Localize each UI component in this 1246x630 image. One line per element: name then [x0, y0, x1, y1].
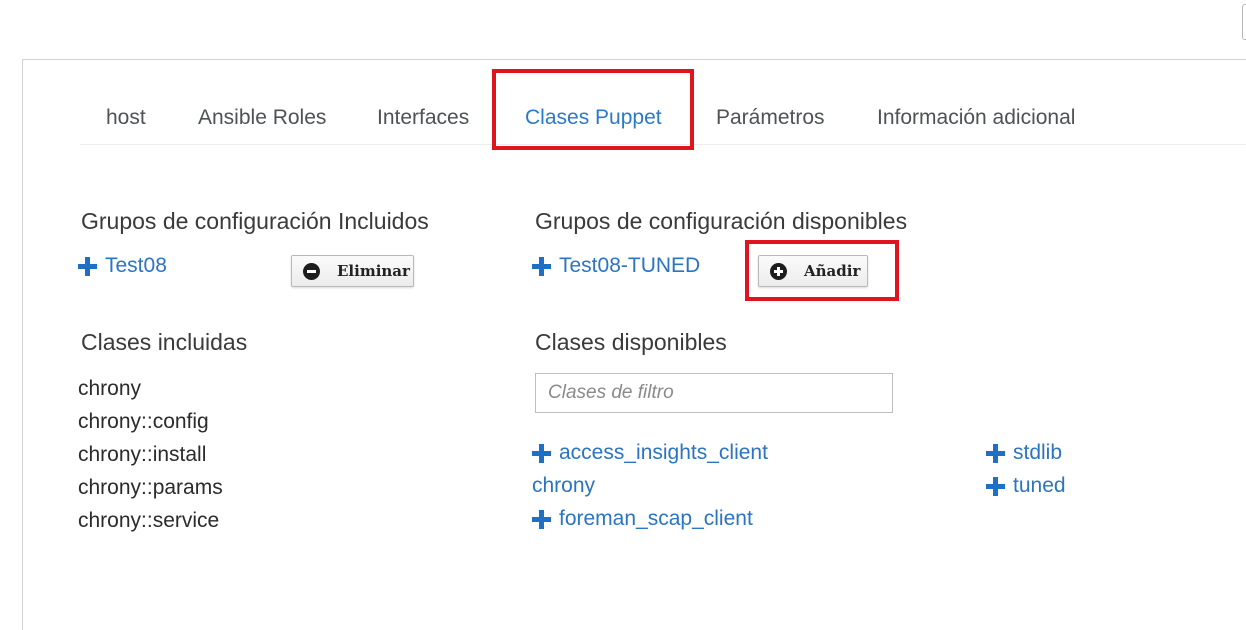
included-class-item[interactable]: chrony: [78, 377, 141, 401]
plus-icon: [986, 443, 1005, 463]
included-config-groups-heading: Grupos de configuración Incluidos: [81, 208, 429, 234]
config-group-label: Test08: [105, 254, 167, 277]
available-config-group-test08-tuned[interactable]: Test08-TUNED: [532, 254, 700, 278]
available-classes-heading: Clases disponibles: [535, 329, 727, 355]
tab-interfaces[interactable]: Interfaces: [377, 96, 469, 140]
tab-additional-info[interactable]: Información adicional: [877, 96, 1075, 140]
available-class-chrony[interactable]: chrony: [532, 474, 595, 498]
class-label: chrony: [532, 474, 596, 497]
available-class-tuned[interactable]: tuned: [986, 474, 1066, 498]
remove-button-label: Eliminar: [337, 262, 410, 280]
plus-icon: [532, 509, 551, 529]
class-label: access_insights_client: [559, 441, 768, 464]
included-class-item[interactable]: chrony::service: [78, 509, 219, 533]
class-filter-input[interactable]: [535, 373, 893, 413]
available-class-foreman-scap-client[interactable]: foreman_scap_client: [532, 507, 753, 531]
class-label: foreman_scap_client: [559, 507, 753, 530]
plus-icon: [986, 476, 1005, 496]
tab-host[interactable]: host: [106, 96, 146, 140]
available-class-access-insights-client[interactable]: access_insights_client: [532, 441, 768, 465]
class-label: stdlib: [1013, 441, 1063, 464]
remove-button[interactable]: Eliminar: [291, 255, 414, 287]
class-label: tuned: [1013, 474, 1066, 497]
included-class-item[interactable]: chrony::install: [78, 443, 206, 467]
plus-icon: [532, 256, 551, 276]
included-classes-heading: Clases incluidas: [81, 329, 248, 355]
plus-icon: [532, 443, 551, 463]
included-config-group-test08[interactable]: Test08: [78, 254, 167, 278]
highlight-box-puppet-tab: [492, 69, 694, 150]
included-class-item[interactable]: chrony::params: [78, 476, 223, 500]
highlight-box-add-button: [745, 240, 899, 301]
available-class-stdlib[interactable]: stdlib: [986, 441, 1062, 465]
tab-ansible-roles[interactable]: Ansible Roles: [198, 96, 326, 140]
plus-icon: [78, 256, 97, 276]
included-class-item[interactable]: chrony::config: [78, 410, 209, 434]
tab-parameters[interactable]: Parámetros: [716, 96, 825, 140]
available-config-groups-heading: Grupos de configuración disponibles: [535, 208, 908, 234]
minus-circle-icon: [303, 262, 320, 280]
window-edge-control[interactable]: [1242, 4, 1246, 40]
config-group-label: Test08-TUNED: [559, 254, 701, 277]
